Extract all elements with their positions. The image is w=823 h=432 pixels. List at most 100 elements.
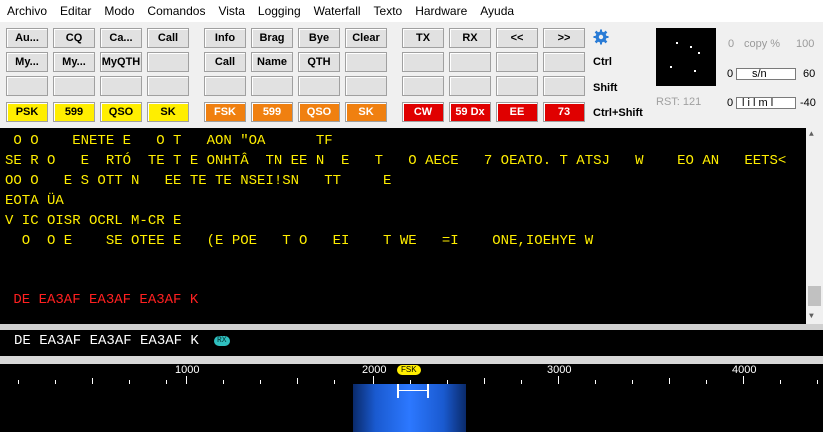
macro-button-psk[interactable]: PSK bbox=[6, 102, 48, 122]
macro-button-clear[interactable]: Clear bbox=[345, 28, 387, 48]
macro-button-empty[interactable] bbox=[543, 52, 585, 72]
scroll-thumb[interactable] bbox=[808, 286, 821, 306]
macro-button-empty[interactable] bbox=[100, 76, 142, 96]
rx-line: O O E SE OTEE E (E POE T O EI T WE =I ON… bbox=[5, 233, 594, 249]
macro-button-empty[interactable] bbox=[147, 76, 189, 96]
macro-button-73[interactable]: 73 bbox=[543, 102, 585, 122]
macro-button-empty[interactable] bbox=[402, 52, 444, 72]
rx-line: SE R O E RTÓ TE T E ONHTÂ TN EE N E T O … bbox=[5, 153, 787, 169]
macro-page-prev-button[interactable]: << bbox=[496, 28, 538, 48]
tick-4000 bbox=[743, 376, 744, 384]
menu-vista[interactable]: Vista bbox=[211, 4, 250, 18]
macro-button-ee[interactable]: EE bbox=[496, 102, 538, 122]
scale-label-4000: 4000 bbox=[732, 364, 757, 376]
frequency-scale[interactable]: 1000 2000 3000 4000 FSK bbox=[0, 364, 823, 384]
menu-comandos[interactable]: Comandos bbox=[140, 4, 211, 18]
menu-waterfall[interactable]: Waterfall bbox=[307, 4, 367, 18]
tx-button[interactable]: TX bbox=[402, 28, 444, 48]
sn-meter-min: 0 bbox=[727, 68, 734, 80]
macro-button-my1[interactable]: My... bbox=[6, 52, 48, 72]
row-label-shift: Shift bbox=[593, 82, 618, 94]
macro-button-empty[interactable] bbox=[6, 76, 48, 96]
rx-line: OO O E S OTT N EE TE TE NSEI!SN TT E bbox=[5, 173, 392, 189]
tx-text-pane[interactable]: DE EA3AF EA3AF EA3AF K RX bbox=[0, 330, 823, 356]
macro-button-empty[interactable] bbox=[298, 76, 340, 96]
macro-button-59dx[interactable]: 59 Dx bbox=[449, 102, 491, 122]
macro-button-qso[interactable]: QSO bbox=[100, 102, 142, 122]
rx-line-tx-echo: DE EA3AF EA3AF EA3AF K bbox=[5, 292, 199, 308]
rx-badge: RX bbox=[214, 336, 230, 346]
macro-button-qso-fsk[interactable]: QSO bbox=[298, 102, 340, 122]
copy-meter-max: 100 bbox=[796, 38, 815, 50]
macro-button-fsk[interactable]: FSK bbox=[204, 102, 246, 122]
macro-button-empty[interactable] bbox=[496, 76, 538, 96]
macro-button-empty[interactable] bbox=[449, 52, 491, 72]
macro-button-cw[interactable]: CW bbox=[402, 102, 444, 122]
gear-icon[interactable] bbox=[593, 29, 609, 45]
waterfall-splitter[interactable] bbox=[0, 356, 823, 364]
macro-button-call2[interactable]: Call bbox=[204, 52, 246, 72]
macro-button-name[interactable]: Name bbox=[251, 52, 293, 72]
menu-hardware[interactable]: Hardware bbox=[408, 4, 473, 18]
scale-label-2000: 2000 bbox=[362, 364, 387, 376]
macro-button-empty[interactable] bbox=[53, 76, 95, 96]
ilim-meter-label: l i l m l bbox=[742, 97, 774, 109]
macro-page-next-button[interactable]: >> bbox=[543, 28, 585, 48]
macro-button-empty[interactable] bbox=[496, 52, 538, 72]
rx-line: V IC OISR OCRL M-CR E bbox=[5, 213, 182, 229]
mark-cursor[interactable] bbox=[397, 384, 399, 398]
macro-button-autocq[interactable]: Au... bbox=[6, 28, 48, 48]
macro-button-cq[interactable]: CQ bbox=[53, 28, 95, 48]
tick-1000 bbox=[186, 376, 187, 384]
macro-button-bye[interactable]: Bye bbox=[298, 28, 340, 48]
scale-label-1000: 1000 bbox=[175, 364, 200, 376]
menu-editar[interactable]: Editar bbox=[53, 4, 97, 18]
menu-bar: Archivo Editar Modo Comandos Vista Loggi… bbox=[0, 0, 823, 22]
space-cursor[interactable] bbox=[427, 384, 429, 398]
macro-button-599-fsk[interactable]: 599 bbox=[251, 102, 293, 122]
ilim-meter-min: 0 bbox=[727, 97, 734, 109]
menu-modo[interactable]: Modo bbox=[97, 4, 140, 18]
macro-button-empty[interactable] bbox=[402, 76, 444, 96]
macro-button-sk-fsk[interactable]: SK bbox=[345, 102, 387, 122]
macro-button-empty[interactable] bbox=[543, 76, 585, 96]
menu-ayuda[interactable]: Ayuda bbox=[473, 4, 520, 18]
macro-button-myqth[interactable]: MyQTH bbox=[100, 52, 142, 72]
rx-line: EOTA ÜA bbox=[5, 193, 64, 209]
waterfall-display[interactable] bbox=[0, 384, 823, 432]
macro-button-empty[interactable] bbox=[449, 76, 491, 96]
signal-trace bbox=[353, 384, 466, 432]
macro-button-599[interactable]: 599 bbox=[53, 102, 95, 122]
macro-button-empty[interactable] bbox=[251, 76, 293, 96]
ilim-meter-max: -40 bbox=[800, 97, 816, 109]
macro-button-info[interactable]: Info bbox=[204, 28, 246, 48]
tx-text: DE EA3AF EA3AF EA3AF K bbox=[14, 333, 199, 349]
sn-meter-max: 60 bbox=[803, 68, 816, 80]
macro-button-empty[interactable] bbox=[345, 52, 387, 72]
sn-meter-label: s/n bbox=[752, 68, 767, 80]
row-label-ctrl: Ctrl bbox=[593, 56, 612, 68]
menu-logging[interactable]: Logging bbox=[251, 4, 307, 18]
macro-button-call-ans[interactable]: Ca... bbox=[100, 28, 142, 48]
rx-button[interactable]: RX bbox=[449, 28, 491, 48]
phase-scope bbox=[656, 28, 716, 86]
macro-button-empty[interactable] bbox=[345, 76, 387, 96]
fsk-badge[interactable]: FSK bbox=[397, 365, 421, 375]
scroll-up-icon[interactable]: ▲ bbox=[809, 130, 814, 139]
menu-archivo[interactable]: Archivo bbox=[0, 4, 53, 18]
macro-button-my2[interactable]: My... bbox=[53, 52, 95, 72]
rx-scrollbar[interactable]: ▲ ▼ bbox=[806, 128, 823, 324]
macro-button-empty[interactable] bbox=[204, 76, 246, 96]
rx-line: O O ENETE E O T AON "OA TF bbox=[5, 133, 333, 149]
rx-text-pane[interactable]: O O ENETE E O T AON "OA TF SE R O E RTÓ … bbox=[0, 128, 823, 324]
macro-button-sk[interactable]: SK bbox=[147, 102, 189, 122]
macro-button-qth[interactable]: QTH bbox=[298, 52, 340, 72]
macro-button-brag[interactable]: Brag bbox=[251, 28, 293, 48]
copy-meter-min: 0 bbox=[728, 38, 735, 50]
macro-button-call[interactable]: Call bbox=[147, 28, 189, 48]
macro-button-empty[interactable] bbox=[147, 52, 189, 72]
copy-meter-label: copy % bbox=[744, 38, 781, 50]
scale-label-3000: 3000 bbox=[547, 364, 572, 376]
menu-texto[interactable]: Texto bbox=[367, 4, 409, 18]
scroll-down-icon[interactable]: ▼ bbox=[809, 312, 814, 321]
